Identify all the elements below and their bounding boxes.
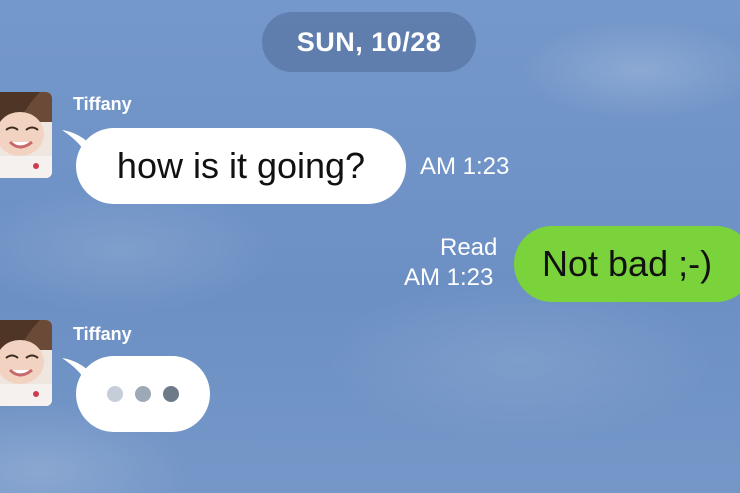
sender-name: Tiffany <box>73 324 132 344</box>
outgoing-message-bubble[interactable]: Not bad ;-) <box>514 226 740 302</box>
avatar-image <box>0 320 52 406</box>
incoming-message-bubble[interactable]: how is it going? <box>76 128 406 204</box>
read-receipt: Read <box>440 234 498 261</box>
avatar-image <box>0 92 52 178</box>
message-timestamp: AM 1:23 <box>420 153 510 180</box>
message-text: how is it going? <box>116 145 366 186</box>
avatar[interactable] <box>0 92 52 178</box>
avatar[interactable] <box>0 320 52 406</box>
message-text: Not bad ;-) <box>542 243 713 284</box>
typing-dot-icon <box>107 386 123 402</box>
message-timestamp: AM 1:23 <box>404 264 494 291</box>
date-separator: SUN, 10/28 <box>262 12 476 72</box>
typing-dot-icon <box>135 386 151 402</box>
typing-dot-icon <box>163 386 179 402</box>
typing-indicator-bubble <box>76 356 210 432</box>
sender-name: Tiffany <box>73 94 132 114</box>
date-label: SUN, 10/28 <box>296 26 442 57</box>
